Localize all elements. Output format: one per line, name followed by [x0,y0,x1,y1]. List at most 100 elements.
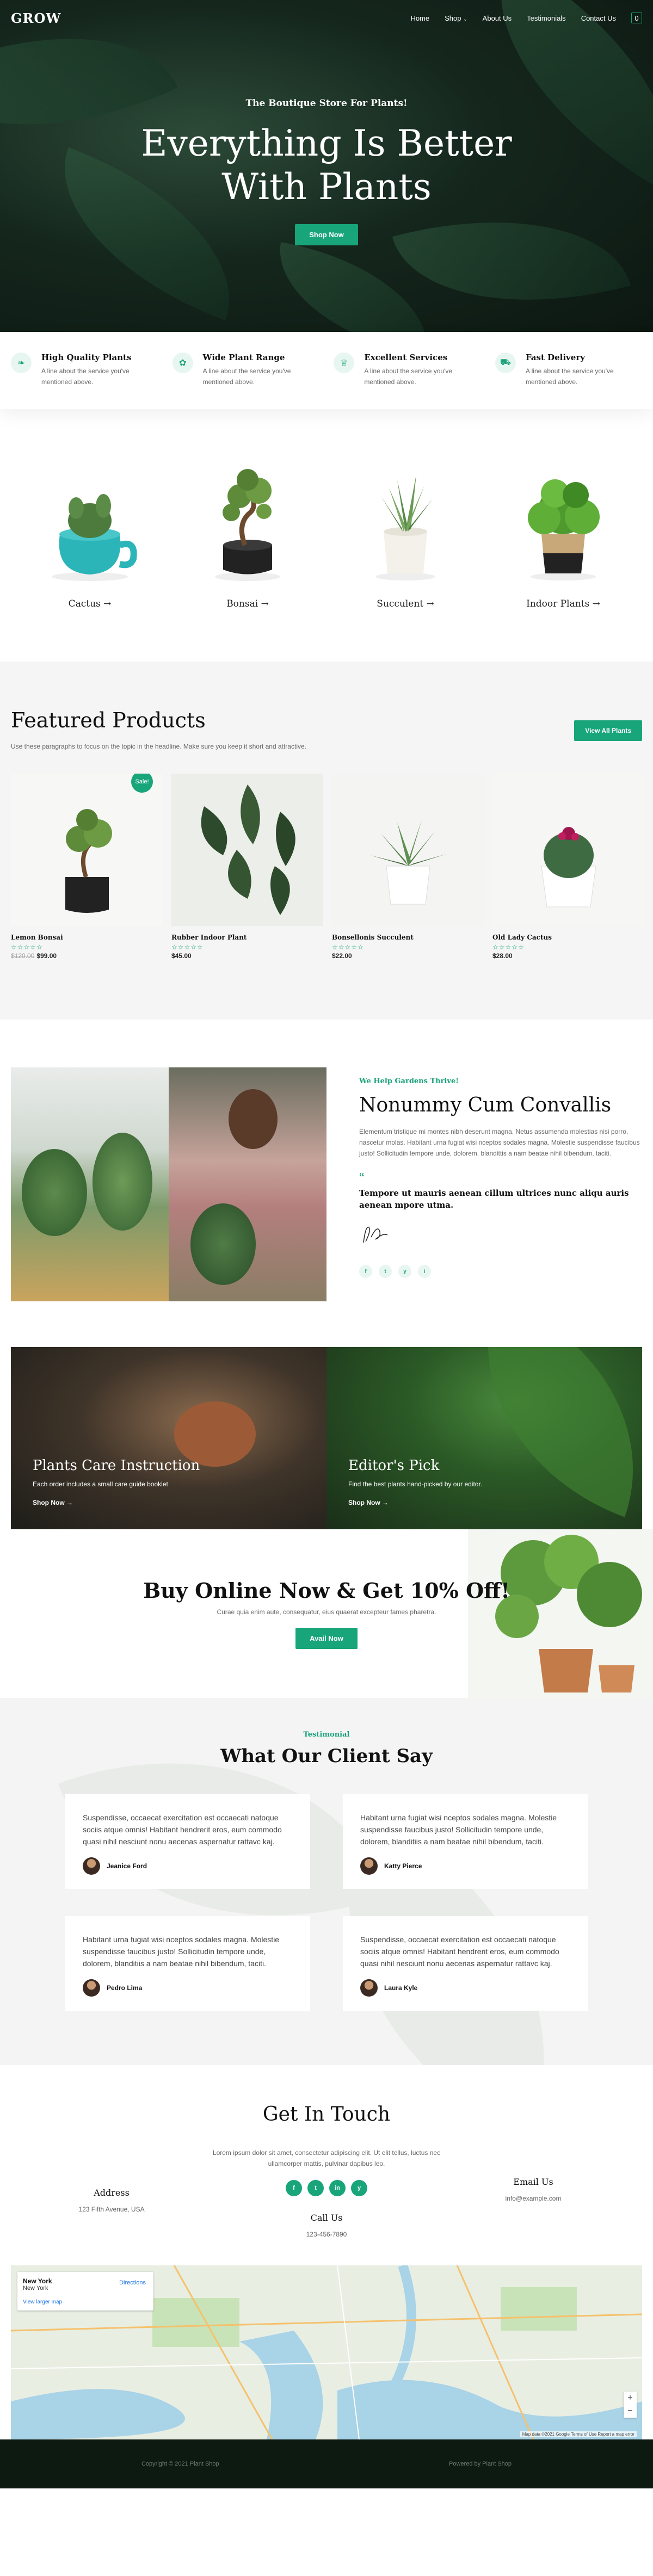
contact-title: Get In Touch [262,2103,391,2126]
testimonial-text: Habitant urna fugiat wisi nceptos sodale… [360,1813,557,1846]
map-info-card: New York New York Directions View larger… [17,2272,153,2311]
category-label: Bonsai → [226,598,269,609]
about-body: Elementum tristique mi montes nibh deser… [359,1128,640,1157]
category-cactus[interactable]: Cactus → [22,458,158,609]
hero-title-line-2: With Plants [221,166,432,208]
feature-text: A line about the service you've mentione… [202,367,291,386]
current-price: $99.00 [36,952,57,960]
promo-text: Find the best plants hand-picked by our … [348,1480,483,1488]
product-card[interactable]: Old Lady Cactus ☆☆☆☆☆ $28.00 [492,774,644,960]
cart-icon[interactable]: 0 [631,13,642,23]
avail-now-button[interactable]: Avail Now [295,1628,358,1649]
hero-content: The Boutique Store For Plants! Everythin… [0,98,653,245]
product-price: $120.00 $99.00 [11,952,163,960]
zoom-in-button[interactable]: + [624,2392,637,2405]
category-indoor-plants[interactable]: Indoor Plants → [495,458,631,609]
about-quote: Tempore ut mauris aenean cillum ultrices… [359,1188,629,1210]
category-bonsai[interactable]: Bonsai → [180,458,316,609]
facebook-icon[interactable]: f [286,2180,302,2196]
product-image[interactable]: Sale! [11,774,163,926]
testimonial-author: Pedro Lima [83,1979,293,1997]
twitter-icon[interactable]: t [379,1265,392,1278]
feature-title: Wide Plant Range [202,353,285,362]
product-price: $22.00 [332,952,352,960]
product-image[interactable] [332,774,484,926]
nav-shop[interactable]: Shop ⌄ [445,14,467,22]
address-text: 123 Fifth Avenue, USA [78,2206,145,2213]
avatar [360,1857,378,1875]
product-name[interactable]: Lemon Bonsai [11,934,163,941]
feature-item: ♕ Excellent Services A line about the ser… [334,353,480,387]
author-name: Pedro Lima [107,1984,143,1992]
lotus-icon: ✿ [172,353,193,373]
trophy-icon: ♕ [334,353,355,373]
facebook-icon[interactable]: f [359,1265,372,1278]
map-place: New York [23,2277,52,2285]
zoom-out-button[interactable]: − [624,2405,637,2418]
discount-title: Buy Online Now & Get 10% Off! [143,1578,510,1603]
shop-now-button[interactable]: Shop Now [295,224,358,245]
about-title: Nonummy Cum Convallis [359,1094,612,1116]
author-name: Jeanice Ford [107,1862,147,1870]
call-block: Call Us 123-456-7890 [11,2213,642,2238]
promo-card-editors-pick[interactable]: Editor's Pick Find the best plants hand-… [326,1347,642,1529]
avatar [83,1857,100,1875]
product-card[interactable]: Bonsellonis Succulent ☆☆☆☆☆ $22.00 [332,774,484,960]
feature-text: A line about the service you've mentione… [525,367,614,386]
about-section: We Help Gardens Thrive! Nonummy Cum Conv… [0,1020,653,1347]
google-map[interactable]: New York New York Directions View larger… [11,2265,642,2439]
youtube-icon[interactable]: y [351,2180,367,2196]
site-footer: Copyright © 2021 Plant Shop Powered by P… [0,2439,653,2488]
product-name[interactable]: Rubber Indoor Plant [171,934,323,941]
youtube-icon[interactable]: y [398,1265,411,1278]
nav-contact[interactable]: Contact Us [581,14,616,22]
view-all-plants-button[interactable]: View All Plants [574,720,642,741]
product-card[interactable]: Rubber Indoor Plant ☆☆☆☆☆ $45.00 [171,774,323,960]
product-image[interactable] [492,774,644,926]
discount-banner: Buy Online Now & Get 10% Off! Curae quia… [0,1529,653,1698]
promo-shop-now-link[interactable]: Shop Now → [348,1499,389,1506]
leaf-icon: ❧ [11,353,32,373]
nav-about[interactable]: About Us [483,14,512,22]
succulent-image [337,458,473,583]
nav-testimonials[interactable]: Testimonials [527,14,566,22]
powered-by-text: Powered by Plant Shop [449,2461,512,2467]
testimonial-text: Suspendisse, occaecat exercitation est o… [360,1935,559,1968]
promo-shop-now-link[interactable]: Shop Now → [33,1499,73,1506]
directions-link[interactable]: Directions [119,2280,146,2286]
testimonial-card: Habitant urna fugiat wisi nceptos sodale… [343,1794,588,1889]
category-succulent[interactable]: Succulent → [337,458,473,609]
featured-header: Featured Products Use these paragraphs t… [11,708,642,752]
site-logo[interactable]: GROW [11,10,61,26]
featured-title: Featured Products [11,708,206,732]
avatar [360,1979,378,1997]
nav-home[interactable]: Home [410,14,429,22]
greenhouse-image [11,1067,169,1301]
hero-subtitle: The Boutique Store For Plants! [245,98,408,109]
signature-image [363,1226,388,1243]
product-name[interactable]: Bonsellonis Succulent [332,934,484,941]
contact-section: Get In Touch Lorem ipsum dolor sit amet,… [0,2065,653,2265]
twitter-icon[interactable]: t [307,2180,324,2196]
phone-link[interactable]: 123-456-7890 [11,2231,642,2238]
rating-stars: ☆☆☆☆☆ [492,943,525,951]
product-name[interactable]: Old Lady Cactus [492,934,644,941]
call-title: Call Us [310,2213,343,2223]
instagram-icon[interactable]: i [418,1265,431,1278]
promo-content: Editor's Pick Find the best plants hand-… [348,1457,482,1508]
bonsai-image [180,458,316,583]
promo-card-care[interactable]: Plants Care Instruction Each order inclu… [11,1347,326,1529]
testimonial-card: Suspendisse, occaecat exercitation est o… [65,1794,310,1889]
view-larger-map-link[interactable]: View larger map [23,2299,148,2305]
product-card[interactable]: Sale! Lemon Bonsai ☆☆☆☆☆ $120.00 $99.00 [11,774,163,960]
product-image[interactable] [171,774,323,926]
testimonials-grid: Suspendisse, occaecat exercitation est o… [65,1794,588,2011]
linkedin-icon[interactable]: in [329,2180,346,2196]
promo-content: Plants Care Instruction Each order inclu… [33,1457,200,1508]
email-link[interactable]: info@example.com [490,2195,577,2202]
email-block: Email Us info@example.com [490,2177,577,2202]
map-zoom-controls: + − [624,2392,637,2418]
truck-icon: ⛟ [495,353,516,373]
feature-item: ⛟ Fast Delivery A line about the service … [495,353,642,387]
discount-text: Curae quia enim aute, consequatur, eius … [217,1608,436,1616]
